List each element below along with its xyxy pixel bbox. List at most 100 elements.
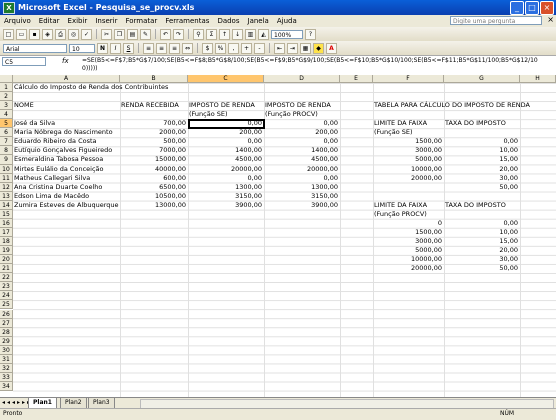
- align-center-icon[interactable]: ≡: [156, 42, 167, 54]
- chart-wizard-icon[interactable]: ▥: [245, 28, 256, 40]
- underline-button[interactable]: S: [123, 42, 134, 54]
- increase-decimal-icon[interactable]: +: [241, 42, 252, 54]
- row-header-1[interactable]: 1: [0, 83, 13, 93]
- row-header-29[interactable]: 29: [0, 336, 13, 346]
- thousands-icon[interactable]: ,: [228, 42, 239, 54]
- select-all-corner[interactable]: [0, 75, 13, 83]
- row-header-16[interactable]: 16: [0, 218, 13, 228]
- italic-button[interactable]: I: [110, 42, 121, 54]
- increase-indent-icon[interactable]: ⇥: [287, 42, 298, 54]
- permission-icon[interactable]: ◈: [42, 28, 53, 40]
- row-header-19[interactable]: 19: [0, 246, 13, 256]
- copy-icon[interactable]: ❐: [114, 28, 125, 40]
- column-header-f[interactable]: F: [373, 75, 444, 83]
- percent-icon[interactable]: %: [215, 42, 226, 54]
- menu-editar[interactable]: Editar: [35, 17, 64, 25]
- selected-cell-c5[interactable]: [188, 119, 265, 130]
- row-header-3[interactable]: 3: [0, 101, 13, 111]
- document-close-icon[interactable]: ×: [547, 15, 554, 24]
- row-header-33[interactable]: 33: [0, 372, 13, 382]
- row-header-17[interactable]: 17: [0, 227, 13, 237]
- font-select[interactable]: Arial: [3, 43, 67, 53]
- new-icon[interactable]: □: [3, 28, 14, 40]
- menu-ferramentas[interactable]: Ferramentas: [161, 17, 213, 25]
- column-header-d[interactable]: D: [264, 75, 340, 83]
- spreadsheet-grid[interactable]: A B C D E F G H 1 2 3 4 5 6 7 8 9 10 11 12 13 14 15 16 17 18 19 20 2…: [0, 75, 556, 397]
- redo-icon[interactable]: ↷: [173, 28, 184, 40]
- column-header-c[interactable]: C: [188, 75, 264, 83]
- row-header-7[interactable]: 7: [0, 137, 13, 147]
- sort-ascending-icon[interactable]: ↑: [219, 28, 230, 40]
- print-preview-icon[interactable]: ◎: [68, 28, 79, 40]
- decrease-decimal-icon[interactable]: -: [254, 42, 265, 54]
- menu-dados[interactable]: Dados: [213, 17, 243, 25]
- minimize-button[interactable]: _: [510, 1, 524, 15]
- align-right-icon[interactable]: ≡: [169, 42, 180, 54]
- sort-descending-icon[interactable]: ↓: [232, 28, 243, 40]
- row-header-21[interactable]: 21: [0, 264, 13, 274]
- open-icon[interactable]: ▭: [16, 28, 27, 40]
- font-size-select[interactable]: 10: [69, 43, 95, 53]
- row-header-9[interactable]: 9: [0, 155, 13, 165]
- row-header-26[interactable]: 26: [0, 309, 13, 319]
- close-button[interactable]: ×: [540, 1, 554, 15]
- row-header-28[interactable]: 28: [0, 327, 13, 337]
- column-header-e[interactable]: E: [340, 75, 373, 83]
- undo-icon[interactable]: ↶: [160, 28, 171, 40]
- menu-inserir[interactable]: Inserir: [91, 17, 121, 25]
- name-box[interactable]: C5: [2, 57, 46, 66]
- row-header-31[interactable]: 31: [0, 354, 13, 364]
- row-header-25[interactable]: 25: [0, 300, 13, 310]
- row-header-13[interactable]: 13: [0, 191, 13, 201]
- spelling-icon[interactable]: ✓: [81, 28, 92, 40]
- row-header-8[interactable]: 8: [0, 146, 13, 156]
- maximize-button[interactable]: □: [525, 1, 539, 15]
- print-icon[interactable]: ⎙: [55, 28, 66, 40]
- menu-janela[interactable]: Janela: [244, 17, 273, 25]
- row-header-14[interactable]: 14: [0, 200, 13, 210]
- row-header-2[interactable]: 2: [0, 92, 13, 102]
- row-header-27[interactable]: 27: [0, 318, 13, 328]
- save-icon[interactable]: ▪: [29, 28, 40, 40]
- row-header-18[interactable]: 18: [0, 237, 13, 247]
- row-header-12[interactable]: 12: [0, 182, 13, 192]
- help-icon[interactable]: ?: [305, 28, 316, 40]
- currency-icon[interactable]: $: [202, 42, 213, 54]
- autosum-icon[interactable]: Σ: [206, 28, 217, 40]
- row-header-15[interactable]: 15: [0, 209, 13, 219]
- row-header-34[interactable]: 34: [0, 381, 13, 392]
- menu-ajuda[interactable]: Ajuda: [273, 17, 301, 25]
- row-header-30[interactable]: 30: [0, 345, 13, 355]
- cut-icon[interactable]: ✂: [101, 28, 112, 40]
- zoom-select[interactable]: 100%: [271, 29, 303, 39]
- row-header-10[interactable]: 10: [0, 164, 13, 174]
- font-color-icon[interactable]: A: [326, 42, 337, 54]
- row-header-6[interactable]: 6: [0, 128, 13, 138]
- menu-formatar[interactable]: Formatar: [121, 17, 161, 25]
- column-header-h[interactable]: H: [520, 75, 556, 83]
- drawing-icon[interactable]: ◭: [258, 28, 269, 40]
- menu-arquivo[interactable]: Arquivo: [0, 17, 35, 25]
- column-header-g[interactable]: G: [444, 75, 520, 83]
- column-header-a[interactable]: A: [13, 75, 120, 83]
- column-header-b[interactable]: B: [120, 75, 188, 83]
- help-question-input[interactable]: Digite uma pergunta: [450, 16, 542, 25]
- fill-color-icon[interactable]: ◆: [313, 42, 324, 54]
- formula-input[interactable]: =SE(B5<=F$7;B5*G$7/100;SE(B5<=F$8;B5*G$8…: [82, 57, 552, 73]
- row-header-24[interactable]: 24: [0, 291, 13, 301]
- row-header-23[interactable]: 23: [0, 282, 13, 292]
- decrease-indent-icon[interactable]: ⇤: [274, 42, 285, 54]
- fx-icon[interactable]: fx: [62, 57, 69, 65]
- bold-button[interactable]: N: [97, 42, 108, 54]
- borders-icon[interactable]: ▦: [300, 42, 311, 54]
- row-header-11[interactable]: 11: [0, 173, 13, 183]
- merge-center-icon[interactable]: ⇔: [182, 42, 193, 54]
- row-header-22[interactable]: 22: [0, 273, 13, 283]
- align-left-icon[interactable]: ≡: [143, 42, 154, 54]
- format-painter-icon[interactable]: ✎: [140, 28, 151, 40]
- row-header-20[interactable]: 20: [0, 255, 13, 265]
- row-header-32[interactable]: 32: [0, 363, 13, 373]
- menu-exibir[interactable]: Exibir: [64, 17, 92, 25]
- row-header-4[interactable]: 4: [0, 110, 13, 120]
- paste-icon[interactable]: ▤: [127, 28, 138, 40]
